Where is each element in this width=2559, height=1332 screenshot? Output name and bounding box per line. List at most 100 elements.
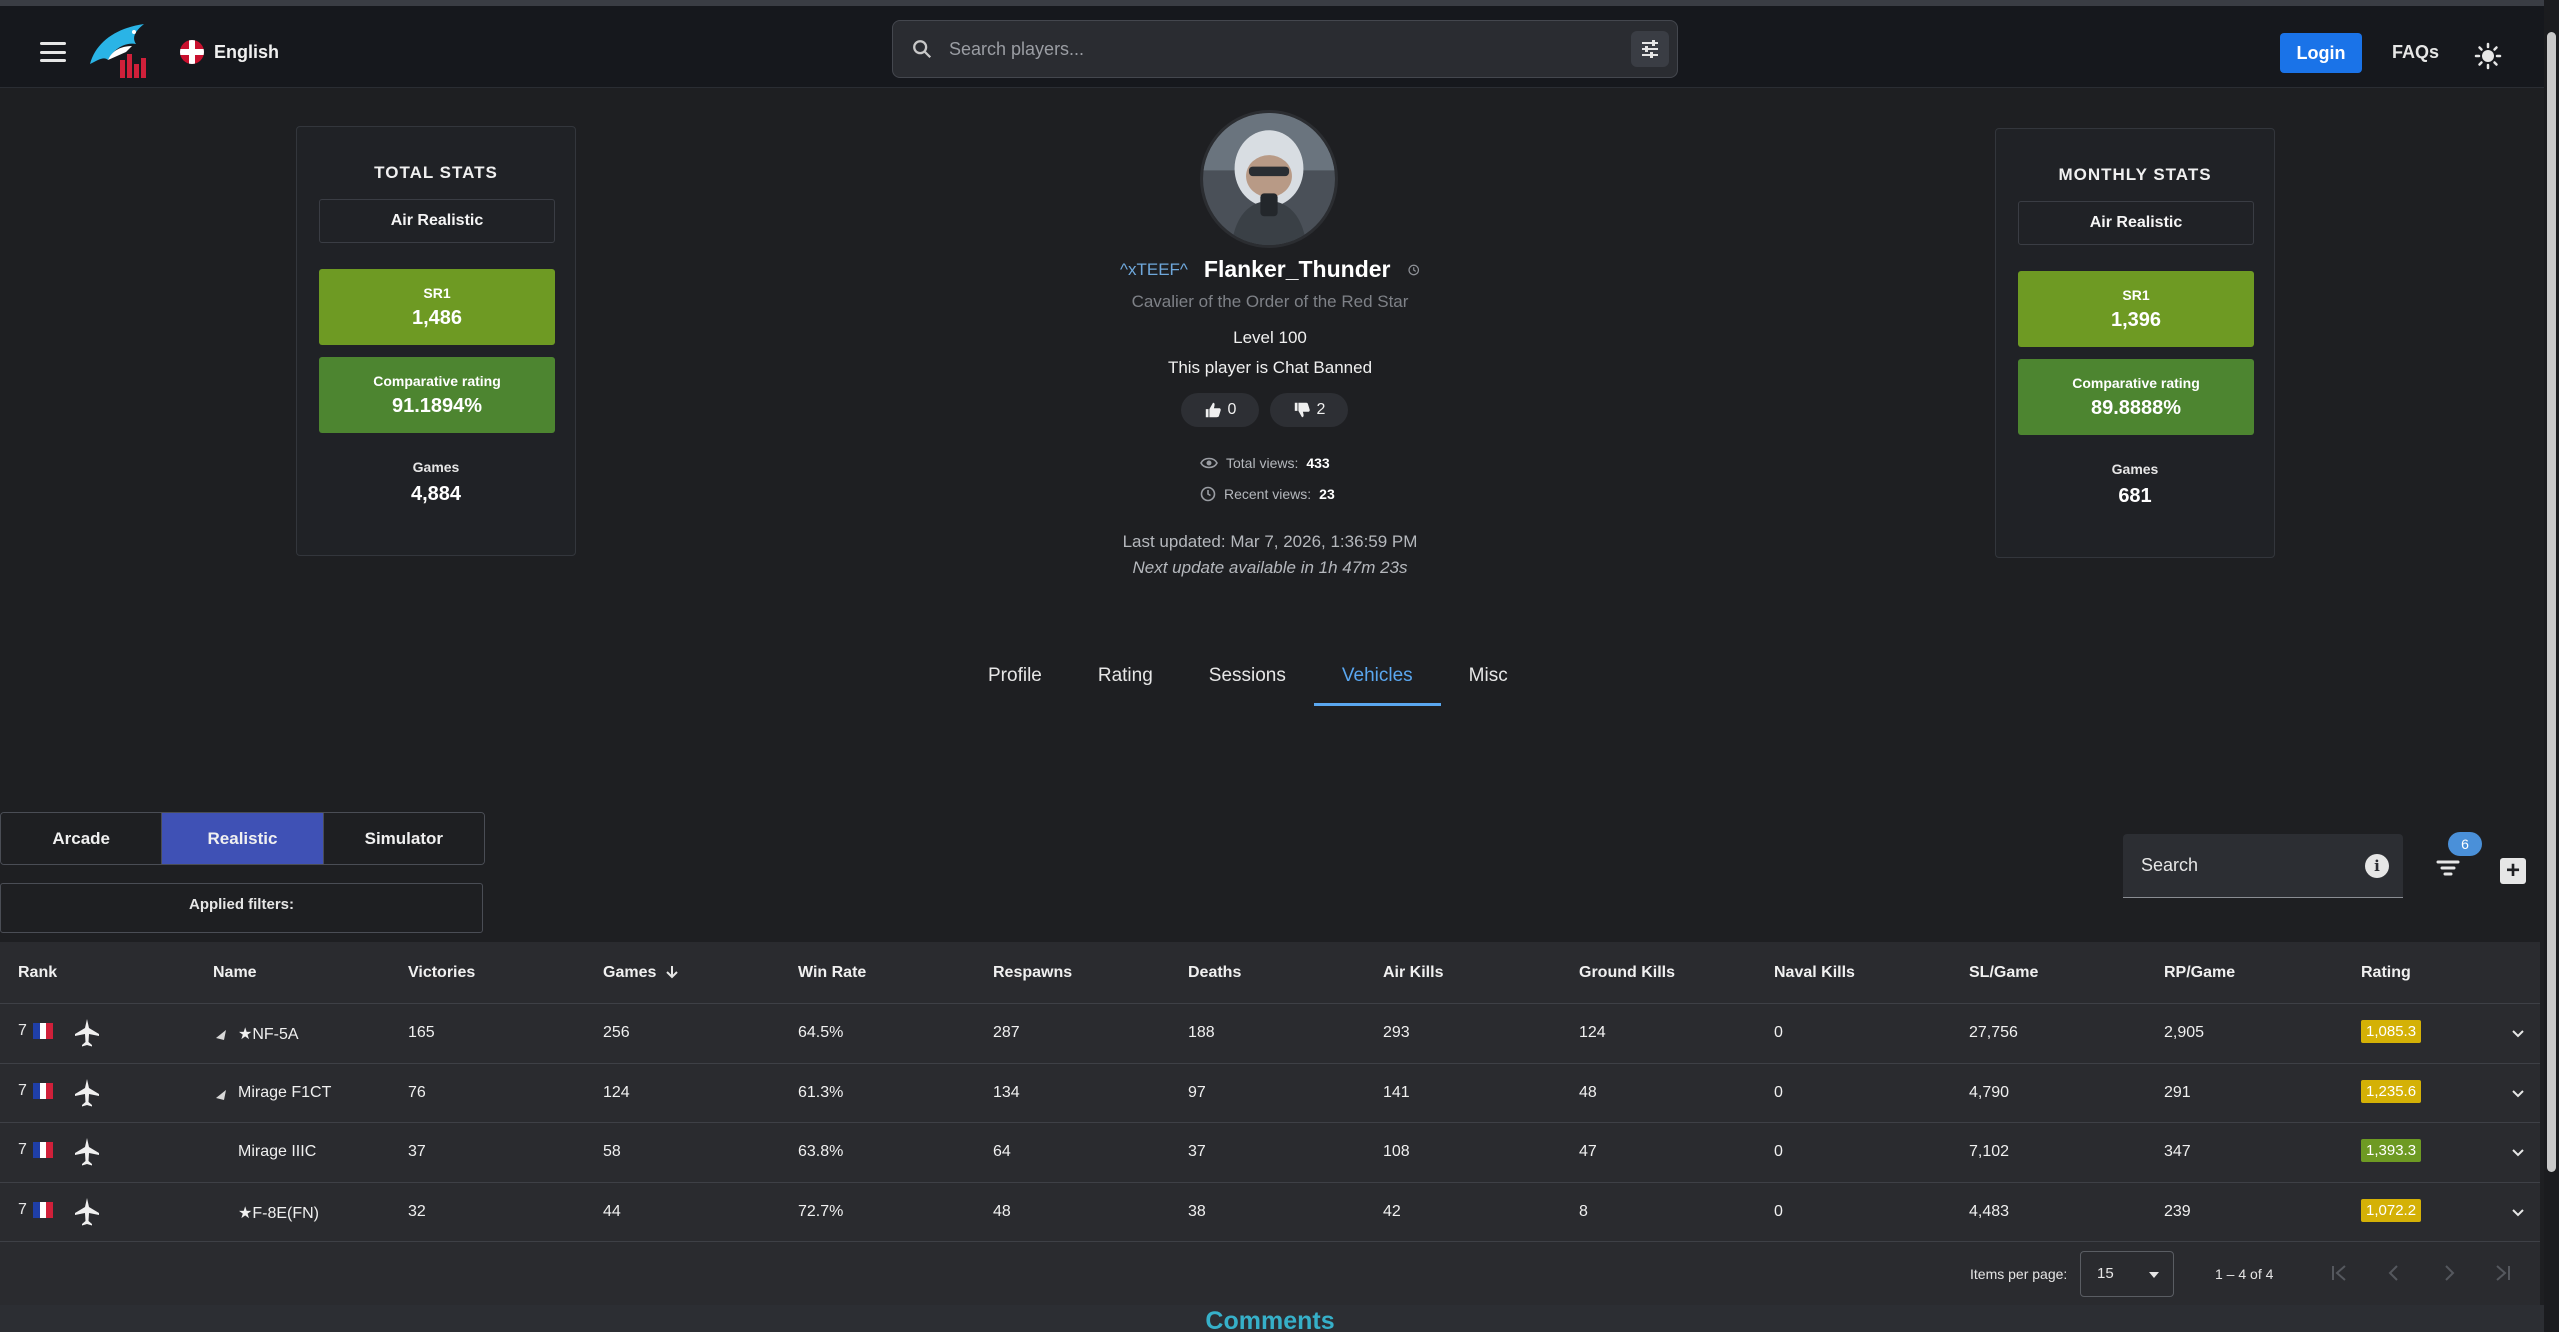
last-page-icon[interactable] [2492, 1262, 2514, 1284]
game-mode-toggle: Arcade Realistic Simulator [0, 812, 485, 865]
vehicle-name: Mirage F1CT [238, 1083, 332, 1101]
faqs-link[interactable]: FAQs [2392, 42, 2439, 63]
cell-games: 124 [603, 1083, 630, 1101]
scrollbar-thumb[interactable] [2547, 32, 2556, 1172]
squadron-icon [216, 1089, 226, 1100]
table-row[interactable]: 7 ★NF-5A 165 256 64.5% 287 188 293 124 0 27,756 2,9… [0, 1004, 2540, 1064]
cell-win-rate: 63.8% [798, 1143, 844, 1160]
rating-badge: 1,235.6 [2361, 1079, 2422, 1103]
total-stats-mode-select[interactable]: Air Realistic [319, 199, 555, 243]
chevron-down-icon[interactable] [2508, 1024, 2528, 1044]
monthly-stats-mode-select[interactable]: Air Realistic [2018, 201, 2254, 245]
cell-naval-kills: 0 [1774, 1143, 1783, 1160]
mode-simulator-button[interactable]: Simulator [323, 813, 484, 864]
chevron-down-icon[interactable] [2508, 1203, 2528, 1223]
page-range: 1 – 4 of 4 [2215, 1266, 2274, 1282]
fighter-jet-icon [74, 1078, 100, 1108]
total-stats-card: TOTAL STATS Air Realistic SR1 1,486 Comp… [296, 126, 576, 556]
total-sr-value: 1,486 [411, 306, 463, 329]
col-respawns[interactable]: Respawns [993, 964, 1072, 982]
table-header: Rank Name Victories Games Win Rate Respa… [0, 942, 2540, 1004]
chat-ban-status: This player is Chat Banned [1167, 358, 1373, 377]
col-rating[interactable]: Rating [2361, 964, 2411, 982]
total-games-value: 4,884 [410, 483, 462, 505]
login-button[interactable]: Login [2280, 33, 2362, 73]
next-page-icon[interactable] [2438, 1262, 2460, 1284]
cell-rp-game: 239 [2164, 1202, 2191, 1220]
cell-respawns: 64 [993, 1143, 1011, 1160]
rank-value: 7 [18, 1081, 27, 1099]
tab-sessions[interactable]: Sessions [1181, 650, 1314, 706]
first-page-icon[interactable] [2328, 1262, 2350, 1284]
tab-rating[interactable]: Rating [1070, 650, 1181, 706]
page-scrollbar[interactable] [2544, 0, 2559, 1332]
total-views-value: 433 [1306, 455, 1330, 471]
table-search-field[interactable]: Search i [2123, 834, 2403, 898]
total-sr-box: SR1 1,486 [319, 269, 555, 345]
col-victories[interactable]: Victories [408, 964, 475, 982]
cell-games: 58 [603, 1143, 621, 1160]
player-search[interactable] [892, 20, 1678, 78]
tab-vehicles[interactable]: Vehicles [1313, 650, 1441, 706]
mode-realistic-button[interactable]: Realistic [162, 813, 324, 864]
recent-views-label: Recent views: [1224, 486, 1312, 502]
monthly-games-label: Games [2111, 461, 2159, 477]
add-column-button[interactable]: + [2500, 858, 2526, 884]
cell-ground-kills: 48 [1579, 1083, 1597, 1101]
search-options-button[interactable] [1631, 31, 1669, 67]
total-views-label: Total views: [1226, 455, 1299, 471]
rank-cell: 7 [18, 1022, 53, 1040]
top-app-bar: English Login FAQs [0, 0, 2544, 88]
col-naval-kills[interactable]: Naval Kills [1774, 964, 1855, 982]
theme-toggle-icon[interactable] [2474, 42, 2502, 70]
mode-arcade-button[interactable]: Arcade [1, 813, 163, 864]
france-flag-icon [32, 1023, 53, 1039]
france-flag-icon [32, 1082, 53, 1099]
col-win-rate[interactable]: Win Rate [798, 964, 866, 982]
table-row[interactable]: 7 ★F-8E(FN) 32 44 72.7% 48 38 42 8 0 4,483 239 1,072… [0, 1183, 2540, 1242]
col-rp-game[interactable]: RP/Game [2164, 964, 2235, 982]
tune-icon [1642, 40, 1658, 58]
monthly-sr-value: 1,396 [2110, 308, 2162, 331]
clan-tag[interactable]: ^xTEEF^ [1120, 260, 1188, 280]
info-icon[interactable]: i [2365, 854, 2389, 878]
prev-page-icon[interactable] [2383, 1262, 2405, 1284]
pagination: Items per page: 15 1 – 4 of 4 [0, 1242, 2540, 1308]
dislike-count: 2 [1316, 401, 1326, 418]
chevron-down-icon[interactable] [2508, 1084, 2528, 1104]
table-row[interactable]: 7 Mirage F1CT 76 124 61.3% 134 97 141 48 0 4,790 29… [0, 1064, 2540, 1123]
col-sl-game[interactable]: SL/Game [1969, 964, 2038, 982]
cell-deaths: 38 [1188, 1202, 1206, 1220]
tab-misc[interactable]: Misc [1441, 650, 1536, 706]
language-selector[interactable]: English [180, 40, 279, 64]
thumbs-up-icon [1205, 402, 1221, 418]
uk-flag-icon [180, 40, 204, 64]
cell-games: 256 [603, 1024, 630, 1041]
france-flag-icon [32, 1201, 53, 1218]
cell-rp-game: 2,905 [2164, 1024, 2205, 1041]
col-air-kills[interactable]: Air Kills [1383, 964, 1443, 982]
col-ground-kills[interactable]: Ground Kills [1579, 964, 1675, 982]
chevron-down-icon[interactable] [2508, 1143, 2528, 1163]
col-games-label: Games [603, 964, 657, 981]
filter-count-badge: 6 [2448, 832, 2482, 856]
cell-respawns: 48 [993, 1202, 1011, 1220]
col-name[interactable]: Name [213, 964, 257, 982]
col-rank[interactable]: Rank [18, 964, 57, 982]
table-row[interactable]: 7 Mirage IIIC 37 58 63.8% 64 37 108 47 0 7,102 347 1… [0, 1123, 2540, 1183]
dislike-button[interactable]: 2 [1270, 393, 1348, 427]
cell-deaths: 188 [1188, 1024, 1215, 1041]
col-deaths[interactable]: Deaths [1188, 964, 1241, 982]
site-logo[interactable] [86, 20, 154, 82]
history-icon[interactable] [1407, 260, 1420, 280]
tab-profile[interactable]: Profile [960, 650, 1070, 706]
monthly-sr-label: SR1 [2122, 286, 2150, 303]
items-per-page-select[interactable]: 15 [2080, 1251, 2174, 1297]
player-search-input[interactable] [949, 21, 1589, 77]
player-avatar [1200, 110, 1338, 248]
like-button[interactable]: 0 [1181, 393, 1259, 427]
profile-tabs: Profile Rating Sessions Vehicles Misc [960, 650, 1536, 706]
col-games[interactable]: Games [603, 964, 679, 982]
menu-icon[interactable] [40, 42, 66, 62]
cell-ground-kills: 8 [1579, 1202, 1588, 1220]
